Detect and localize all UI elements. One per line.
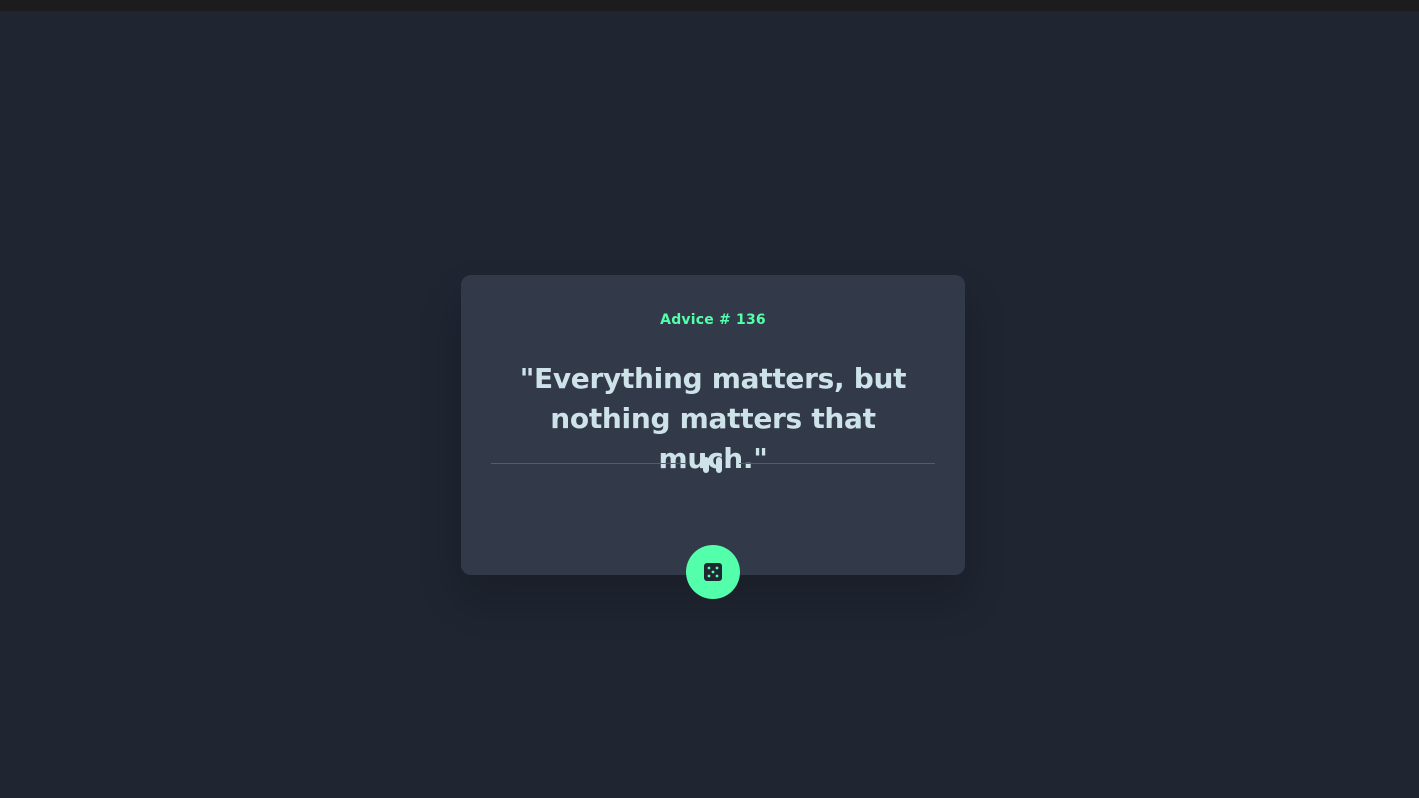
divider-line-right (739, 463, 935, 464)
pause-icon (702, 457, 724, 473)
divider (491, 455, 935, 473)
pause-bar-left (703, 457, 709, 473)
new-advice-button[interactable] (686, 545, 740, 599)
pause-bar-right (716, 457, 722, 473)
dice-icon (704, 563, 722, 581)
advice-card: Advice # 136 "Everything matters, but no… (461, 275, 965, 575)
top-strip (0, 0, 1419, 11)
advice-number: Advice # 136 (660, 312, 766, 328)
divider-line-left (491, 463, 687, 464)
